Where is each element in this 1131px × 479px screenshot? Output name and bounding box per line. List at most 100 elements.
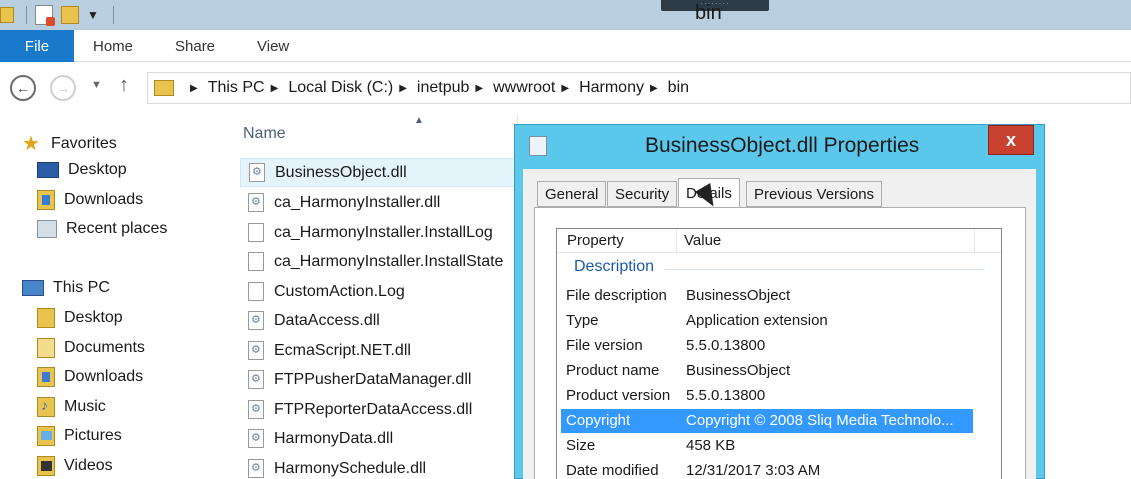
property-list[interactable]: Property Value Description File descript… bbox=[556, 228, 1002, 479]
desktop-icon bbox=[37, 162, 59, 178]
file-name: CustomAction.Log bbox=[274, 282, 405, 300]
dll-file-icon bbox=[248, 459, 264, 478]
property-name: Date modified bbox=[566, 462, 659, 479]
breadcrumb-harmony[interactable]: Harmony bbox=[579, 79, 644, 97]
nav-item-downloads[interactable]: Downloads bbox=[37, 190, 143, 210]
tab-general[interactable]: General bbox=[537, 181, 607, 207]
dialog-title: BusinessObject.dll Properties bbox=[645, 134, 920, 157]
folder-icon[interactable] bbox=[0, 7, 14, 23]
tab-home[interactable]: Home bbox=[93, 30, 133, 62]
properties-icon[interactable] bbox=[35, 5, 55, 26]
dll-file-icon bbox=[248, 429, 264, 448]
nav-item-downloads[interactable]: Downloads bbox=[37, 367, 143, 387]
breadcrumb-wwwroot[interactable]: wwwroot bbox=[493, 79, 555, 97]
back-button[interactable]: ← bbox=[10, 75, 36, 101]
file-row[interactable]: BusinessObject.dll bbox=[240, 158, 530, 187]
nav-item-desktop[interactable]: Desktop bbox=[37, 308, 123, 328]
dll-file-icon bbox=[248, 370, 264, 389]
file-row[interactable]: CustomAction.Log bbox=[240, 277, 530, 306]
property-value: 458 KB bbox=[686, 437, 736, 454]
breadcrumb-arrow-icon[interactable]: ▶ bbox=[475, 83, 483, 94]
navigation-bar: ← → ▼ ↑ ▶ This PC ▶ Local Disk (C:) ▶ in… bbox=[0, 63, 1131, 113]
file-row[interactable]: ca_HarmonyInstaller.dll bbox=[240, 188, 530, 217]
file-name: ca_HarmonyInstaller.InstallLog bbox=[274, 223, 493, 241]
property-row[interactable]: Size 458 KB bbox=[561, 434, 973, 458]
recent-places-icon bbox=[37, 220, 57, 238]
new-folder-icon[interactable] bbox=[61, 6, 79, 24]
property-name: File version bbox=[566, 337, 643, 354]
nav-item-music[interactable]: Music bbox=[37, 397, 106, 417]
breadcrumb-arrow-icon[interactable]: ▶ bbox=[650, 83, 658, 94]
property-row[interactable]: Product version 5.5.0.13800 bbox=[561, 384, 973, 408]
group-divider bbox=[665, 269, 985, 270]
nav-item-recent-places[interactable]: Recent places bbox=[37, 220, 167, 238]
property-row[interactable]: Type Application extension bbox=[561, 309, 973, 333]
dll-file-icon bbox=[529, 136, 547, 156]
address-bar[interactable]: ▶ This PC ▶ Local Disk (C:) ▶ inetpub ▶ … bbox=[147, 72, 1131, 104]
property-row[interactable]: File version 5.5.0.13800 bbox=[561, 334, 973, 358]
tab-share[interactable]: Share bbox=[175, 30, 215, 62]
up-arrow-icon[interactable]: ↑ bbox=[119, 74, 129, 97]
tab-view[interactable]: View bbox=[257, 30, 289, 62]
property-name: Type bbox=[566, 312, 599, 329]
breadcrumb-arrow-icon[interactable]: ▶ bbox=[271, 83, 279, 94]
file-row[interactable]: HarmonyData.dll bbox=[240, 424, 530, 453]
breadcrumb-inetpub[interactable]: inetpub bbox=[417, 79, 470, 97]
properties-dialog: BusinessObject.dll Properties x General … bbox=[514, 124, 1045, 479]
dll-file-icon bbox=[248, 193, 264, 212]
file-row[interactable]: ca_HarmonyInstaller.InstallState bbox=[240, 247, 530, 276]
property-value: Copyright © 2008 Sliq Media Technolo... bbox=[686, 412, 954, 429]
file-row[interactable]: FTPReporterDataAccess.dll bbox=[240, 395, 530, 424]
column-header-value[interactable]: Value bbox=[684, 232, 721, 249]
dll-file-icon bbox=[249, 163, 265, 182]
dialog-title-bar[interactable]: BusinessObject.dll Properties x bbox=[515, 125, 1044, 169]
file-name: EcmaScript.NET.dll bbox=[274, 341, 411, 359]
tab-previous-versions[interactable]: Previous Versions bbox=[746, 181, 883, 207]
nav-item-label: Downloads bbox=[64, 368, 144, 385]
nav-item-label: Pictures bbox=[64, 427, 122, 444]
customize-toolbar-dropdown-icon[interactable]: ▼ bbox=[87, 8, 99, 22]
file-row[interactable]: FTPPusherDataManager.dll bbox=[240, 365, 530, 394]
file-row[interactable]: HarmonySchedule.dll bbox=[240, 454, 530, 479]
tab-security[interactable]: Security bbox=[607, 181, 678, 207]
nav-this-pc[interactable]: This PC bbox=[22, 279, 110, 297]
property-row-selected[interactable]: Copyright Copyright © 2008 Sliq Media Te… bbox=[561, 409, 973, 433]
nav-favorites-label: Favorites bbox=[51, 134, 117, 152]
nav-item-videos[interactable]: Videos bbox=[37, 456, 113, 476]
recent-locations-chevron-down-icon[interactable]: ▼ bbox=[91, 79, 102, 91]
folder-icon bbox=[154, 80, 174, 96]
file-row[interactable]: EcmaScript.NET.dll bbox=[240, 336, 530, 365]
property-row[interactable]: Product name BusinessObject bbox=[561, 359, 973, 383]
nav-item-documents[interactable]: Documents bbox=[37, 338, 145, 358]
nav-favorites[interactable]: ★ Favorites bbox=[22, 131, 117, 156]
tab-file[interactable]: File bbox=[0, 30, 74, 62]
file-row[interactable]: ca_HarmonyInstaller.InstallLog bbox=[240, 218, 530, 247]
close-button[interactable]: x bbox=[988, 125, 1034, 155]
column-divider[interactable] bbox=[974, 229, 975, 253]
forward-button[interactable]: → bbox=[50, 75, 76, 101]
file-name: BusinessObject.dll bbox=[275, 163, 407, 181]
property-row[interactable]: Date modified 12/31/2017 3:03 AM bbox=[561, 459, 973, 479]
breadcrumb-bin[interactable]: bin bbox=[668, 79, 689, 97]
breadcrumb-arrow-icon[interactable]: ▶ bbox=[399, 83, 407, 94]
title-bar: ▼ ········ bin bbox=[0, 0, 1131, 30]
nav-item-desktop[interactable]: Desktop bbox=[37, 161, 127, 179]
column-header-property[interactable]: Property bbox=[567, 232, 624, 249]
computer-icon bbox=[22, 280, 44, 296]
breadcrumb-this-pc[interactable]: This PC bbox=[208, 79, 265, 97]
nav-item-label: Downloads bbox=[64, 191, 144, 208]
nav-item-pictures[interactable]: Pictures bbox=[37, 426, 122, 446]
file-row[interactable]: DataAccess.dll bbox=[240, 306, 530, 335]
property-name: File description bbox=[566, 287, 667, 304]
file-icon bbox=[248, 252, 264, 271]
property-name: Size bbox=[566, 437, 596, 454]
toolbar-divider bbox=[112, 6, 114, 24]
breadcrumb-local-disk[interactable]: Local Disk (C:) bbox=[288, 79, 393, 97]
property-row[interactable]: File description BusinessObject bbox=[561, 284, 973, 308]
column-header-name[interactable]: ▲ Name bbox=[218, 115, 518, 153]
ribbon-tabs: File Home Share View bbox=[0, 30, 1131, 62]
property-name: Copyright bbox=[566, 412, 631, 429]
breadcrumb-arrow-icon[interactable]: ▶ bbox=[190, 83, 198, 94]
breadcrumb-arrow-icon[interactable]: ▶ bbox=[561, 83, 569, 94]
column-divider[interactable] bbox=[676, 229, 677, 253]
